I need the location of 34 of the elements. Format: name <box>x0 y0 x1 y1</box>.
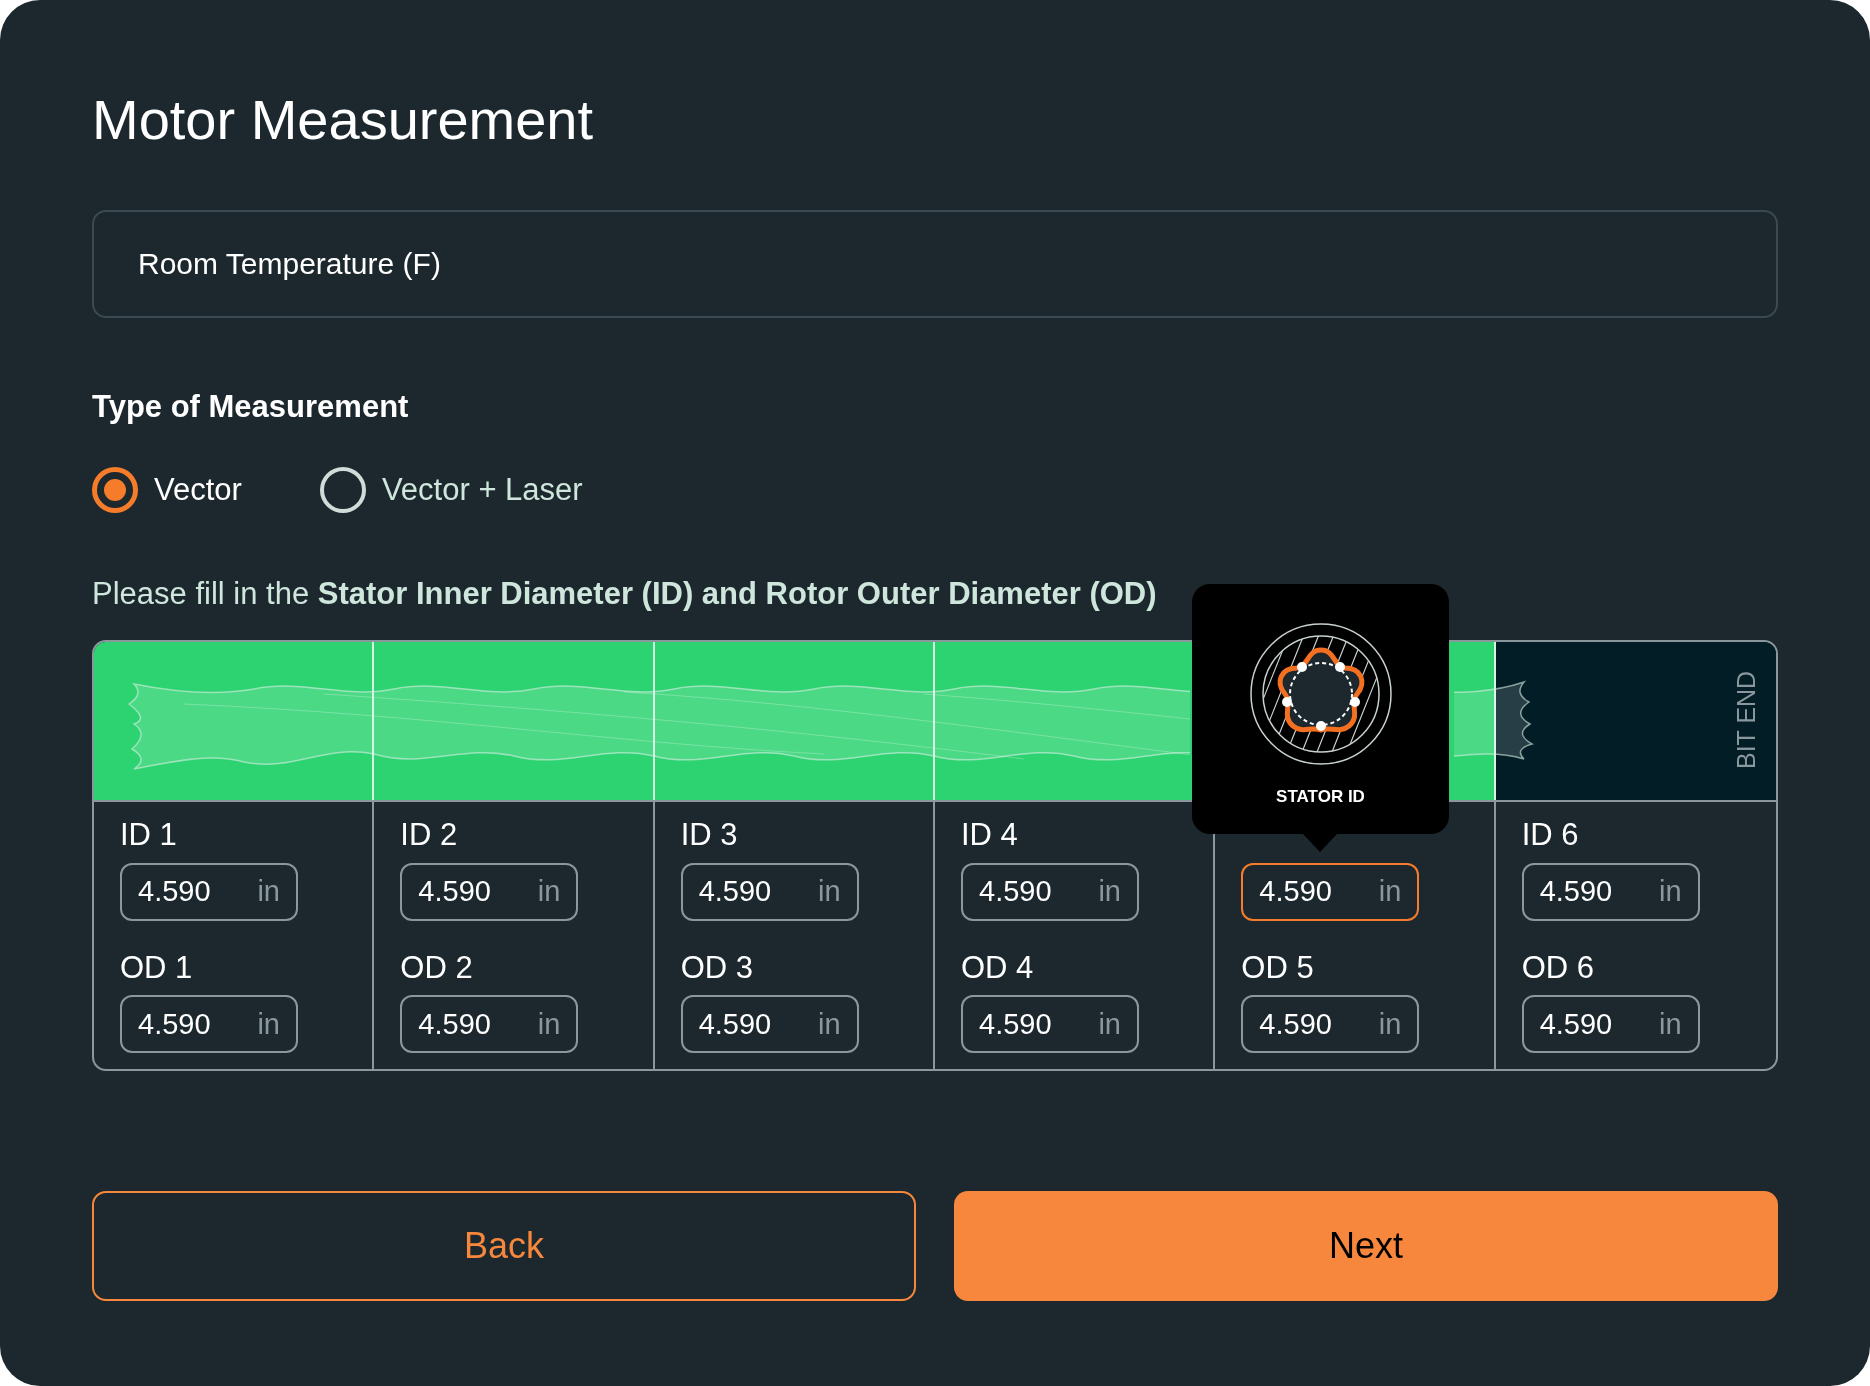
section-label: Type of Measurement <box>92 388 409 426</box>
measurement-input[interactable]: 4.590 in <box>961 862 1139 921</box>
radio-option[interactable]: Vector <box>92 466 242 513</box>
id-label: ID 3 <box>680 815 738 854</box>
od-label: OD 5 <box>1241 948 1314 987</box>
measurement-input[interactable]: 4.590 in <box>680 862 859 921</box>
od-label: OD 1 <box>120 948 193 987</box>
measurement-input[interactable]: 4.590 in <box>400 995 579 1054</box>
measurement-input[interactable]: 4.590 in <box>1241 995 1420 1054</box>
end-label: BIT END <box>1732 669 1762 770</box>
id-label: ID 1 <box>120 815 177 854</box>
tooltip-label: STATOR ID <box>1276 785 1365 808</box>
measurement-input[interactable]: 4.590 in <box>400 862 579 921</box>
measurement-input[interactable]: 4.590 in <box>1241 862 1420 921</box>
od-label: OD 2 <box>400 948 473 987</box>
measurement-input[interactable]: 4.590 in <box>120 862 298 921</box>
next-button[interactable]: Next <box>954 1191 1778 1302</box>
id-label: ID 4 <box>961 815 1018 854</box>
od-label: OD 3 <box>680 948 753 987</box>
measurement-input[interactable]: 4.590 in <box>680 995 859 1054</box>
back-button[interactable]: Back <box>92 1191 916 1302</box>
room-temperature-field[interactable]: Room Temperature (F) <box>92 210 1778 318</box>
stator-cross-section-icon <box>1248 621 1393 766</box>
id-label: ID 2 <box>400 815 458 854</box>
page-title: Motor Measurement <box>92 92 594 148</box>
id-label: ID 6 <box>1521 815 1579 854</box>
od-label: OD 6 <box>1521 948 1594 987</box>
od-label: OD 4 <box>961 948 1034 987</box>
measurement-input[interactable]: 4.590 in <box>1521 995 1700 1054</box>
measurement-input[interactable]: 4.590 in <box>1521 862 1700 921</box>
instruction-text: Please fill in the Stator Inner Diameter (ID) and Rotor Outer Diameter (OD) <box>92 575 1157 613</box>
measurement-input[interactable]: 4.590 in <box>120 995 298 1054</box>
measurement-input[interactable]: 4.590 in <box>961 995 1139 1054</box>
radio-option[interactable]: Vector + Laser <box>319 466 583 513</box>
